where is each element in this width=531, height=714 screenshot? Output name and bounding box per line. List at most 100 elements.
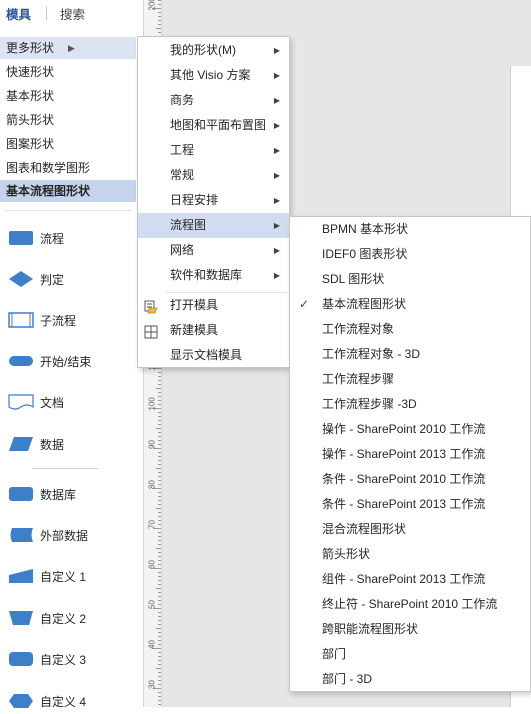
stencil-shape[interactable]: 自定义 2 [8, 605, 140, 631]
ruler-tick [158, 452, 161, 453]
stencil-shape[interactable]: 判定 [8, 266, 140, 292]
menu-item[interactable]: 商务 ▶ [138, 88, 289, 113]
ruler-tick [158, 652, 161, 653]
flowchart-stencil-item[interactable]: 工作流程对象 - 3D [290, 342, 530, 367]
flowchart-stencil-item[interactable]: 工作流程步骤 -3D [290, 392, 530, 417]
stencil-category[interactable]: 基本形状 [0, 85, 136, 107]
shape-group-divider [32, 468, 98, 469]
flowchart-stencil-item[interactable]: 跨职能流程图形状 [290, 617, 530, 642]
stencil-category-label: 图表和数学图形 [6, 161, 91, 175]
menu-item[interactable]: 软件和数据库 ▶ [138, 263, 289, 288]
ruler-tick [158, 432, 161, 433]
stencil-shape[interactable]: 自定义 3 [8, 646, 140, 672]
stencil-shape[interactable]: 外部数据 [8, 522, 140, 548]
ruler-tick [158, 440, 161, 441]
ruler-tick [158, 444, 161, 445]
ruler-tick [158, 504, 161, 505]
flowchart-stencil-label: 混合流程图形状 [322, 522, 407, 536]
menu-item[interactable]: 我的形状(M) ▶ [138, 38, 289, 63]
menu-item[interactable]: 网络 ▶ [138, 238, 289, 263]
menu-action-label: 显示文档模具 [170, 348, 243, 362]
tab-stencils[interactable]: 模具 [6, 4, 31, 23]
stencil-category[interactable]: 更多形状 ▶ [0, 37, 136, 59]
menu-action[interactable]: 新建模具 [138, 318, 289, 343]
stencil-shape[interactable]: 自定义 1 [8, 563, 140, 589]
ruler-tick [158, 656, 161, 657]
ruler-tick [158, 660, 161, 661]
flowchart-stencil-label: 组件 - SharePoint 2013 工作流 [322, 572, 486, 586]
flowchart-stencil-item[interactable]: 条件 - SharePoint 2010 工作流 [290, 467, 530, 492]
flowchart-stencil-item[interactable]: 箭头形状 [290, 542, 530, 567]
flowchart-stencil-label: 工作流程步骤 -3D [322, 397, 417, 411]
menu-item[interactable]: 日程安排 ▶ [138, 188, 289, 213]
stencil-category[interactable]: 图表和数学图形 [0, 157, 136, 179]
checkmark-icon: ✓ [299, 297, 310, 311]
ruler-tick [158, 12, 161, 13]
stencil-category[interactable]: 基本流程图形状 [0, 180, 136, 202]
database-shape-icon [8, 485, 34, 503]
stencil-shape[interactable]: 数据库 [8, 481, 140, 507]
ruler-tick [156, 628, 161, 629]
stencil-shape-label: 文档 [40, 396, 65, 410]
flowchart-stencil-label: 条件 - SharePoint 2010 工作流 [322, 472, 486, 486]
ruler-tick [158, 560, 161, 561]
stencil-shape-label: 开始/结束 [40, 355, 92, 369]
stencil-category[interactable]: 图案形状 [0, 133, 136, 155]
ruler-tick [158, 520, 161, 521]
menu-item[interactable]: 常规 ▶ [138, 163, 289, 188]
stencil-category[interactable]: 箭头形状 [0, 109, 136, 131]
ruler-tick [158, 700, 161, 701]
stencil-shape[interactable]: 自定义 4 [8, 688, 140, 714]
flowchart-stencil-item[interactable]: BPMN 基本形状 [290, 217, 530, 242]
flowchart-stencil-label: 条件 - SharePoint 2013 工作流 [322, 497, 486, 511]
menu-item-label: 工程 [170, 143, 195, 157]
flowchart-stencil-item[interactable]: 部门 - 3D [290, 667, 530, 692]
ruler-tick [158, 16, 161, 17]
menu-item[interactable]: 工程 ▶ [138, 138, 289, 163]
stencil-shape[interactable]: 子流程 [8, 307, 140, 333]
menu-action[interactable]: 显示文档模具 [138, 343, 289, 368]
ruler-tick [158, 644, 161, 645]
submenu-arrow-icon: ▶ [273, 146, 280, 155]
flowchart-stencil-item[interactable]: 终止符 - SharePoint 2010 工作流 [290, 592, 530, 617]
flowchart-stencil-item[interactable]: 组件 - SharePoint 2013 工作流 [290, 567, 530, 592]
flowchart-stencil-item[interactable]: ✓ 基本流程图形状 [290, 292, 530, 317]
flowchart-stencil-item[interactable]: 部门 [290, 642, 530, 667]
submenu-arrow-icon: ▶ [273, 96, 280, 105]
stencil-shape[interactable]: 开始/结束 [8, 348, 140, 374]
flowchart-stencil-item[interactable]: SDL 图形状 [290, 267, 530, 292]
stencil-shape[interactable]: 流程 [8, 225, 140, 251]
menu-action[interactable]: 打开模具 [138, 293, 289, 318]
flowchart-stencil-item[interactable]: IDEF0 图表形状 [290, 242, 530, 267]
ruler-tick [158, 596, 161, 597]
ruler-tick [158, 456, 161, 457]
ruler-tick [158, 680, 161, 681]
ruler-tick [158, 396, 161, 397]
flowchart-stencil-item[interactable]: 操作 - SharePoint 2010 工作流 [290, 417, 530, 442]
flowchart-stencil-item[interactable]: 工作流程对象 [290, 317, 530, 342]
flowchart-stencil-item[interactable]: 操作 - SharePoint 2013 工作流 [290, 442, 530, 467]
tab-search[interactable]: 搜索 [60, 4, 85, 23]
ruler-tick [158, 632, 161, 633]
ruler-tick [156, 668, 161, 669]
menu-action-label: 新建模具 [170, 323, 219, 337]
stencil-category[interactable]: 快速形状 [0, 61, 136, 83]
menu-item[interactable]: 流程图 ▶ [138, 213, 289, 238]
flowchart-stencil-item[interactable]: 条件 - SharePoint 2013 工作流 [290, 492, 530, 517]
flowchart-stencil-item[interactable]: 混合流程图形状 [290, 517, 530, 542]
ruler-tick [158, 476, 161, 477]
custom4-shape-icon [8, 692, 34, 710]
menu-item-label: 地图和平面布置图 [170, 118, 267, 132]
flowchart-stencil-label: 工作流程对象 - 3D [322, 347, 421, 361]
document-shape-icon [8, 393, 34, 411]
ruler-tick [158, 32, 161, 33]
stencil-shape[interactable]: 数据 [8, 431, 140, 457]
menu-item[interactable]: 地图和平面布置图 ▶ [138, 113, 289, 138]
menu-item[interactable]: 其他 Visio 方案 ▶ [138, 63, 289, 88]
stencil-shape[interactable]: 文档 [8, 389, 140, 415]
menu-item-label: 网络 [170, 243, 195, 257]
flowchart-stencil-label: IDEF0 图表形状 [322, 247, 408, 261]
ruler-tick [158, 496, 161, 497]
ruler-label: 200 [147, 0, 157, 11]
flowchart-stencil-item[interactable]: 工作流程步骤 [290, 367, 530, 392]
